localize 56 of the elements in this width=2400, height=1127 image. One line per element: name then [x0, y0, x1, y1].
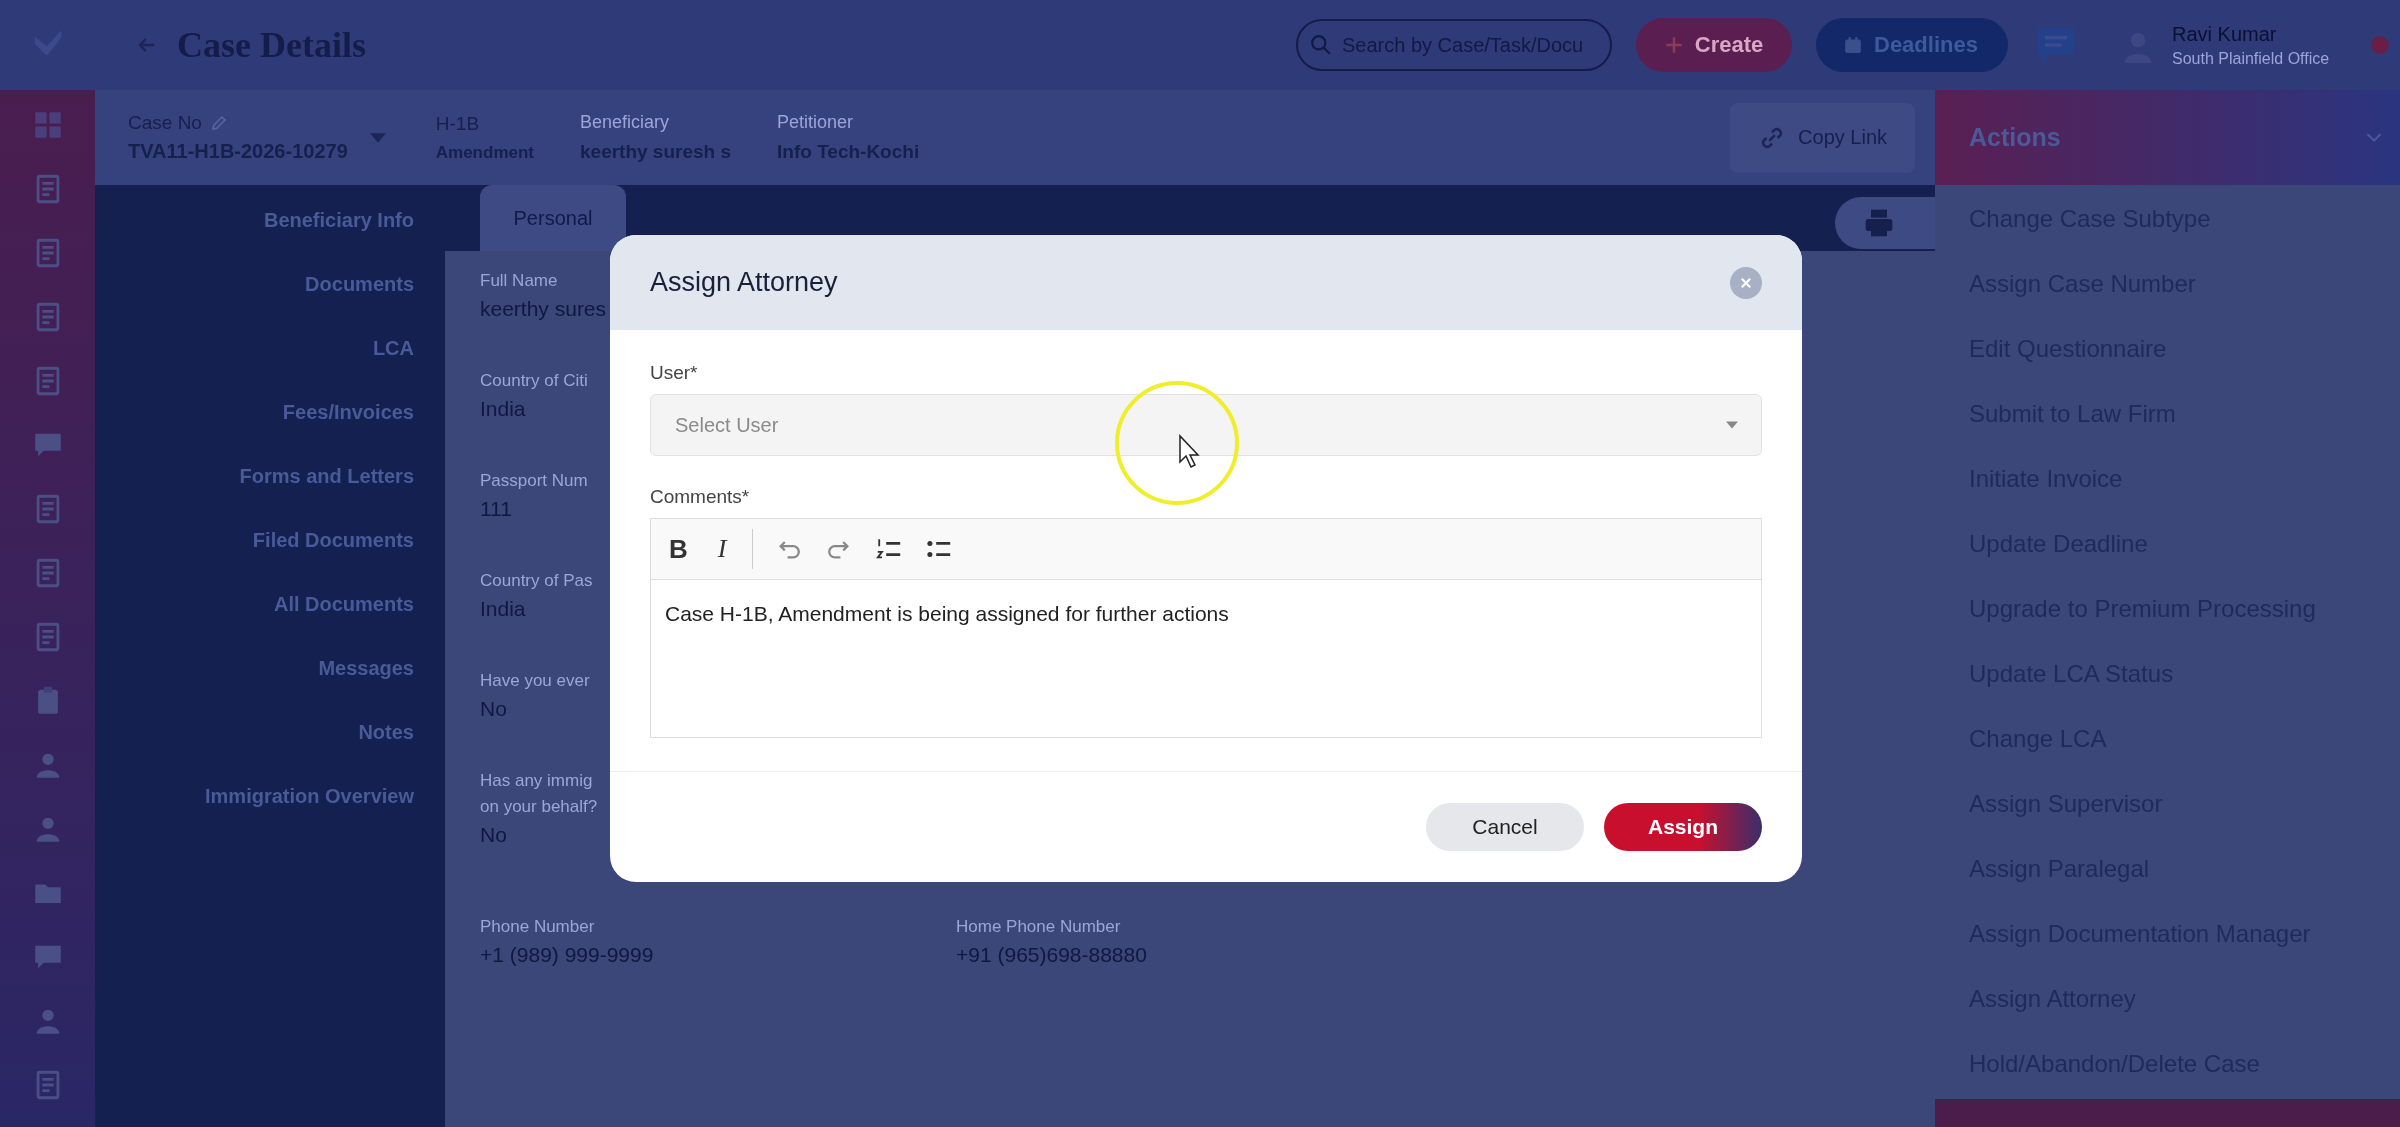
sidebar-item[interactable]: Documents — [305, 271, 414, 298]
field-label: Passport Num — [480, 471, 588, 491]
plus-icon — [1664, 36, 1683, 54]
field-label: Full Name — [480, 271, 558, 291]
detail-label: Beneficiary — [580, 112, 671, 133]
sidebar-item[interactable]: Forms and Letters — [239, 463, 414, 490]
create-button[interactable]: Create — [1636, 18, 1792, 72]
calendar-icon — [1844, 36, 1862, 54]
field-value: +91 (965)698-88880 — [956, 943, 1147, 967]
field-label: Have you ever — [480, 671, 590, 691]
caret-icon — [1726, 421, 1738, 429]
field-value: No — [480, 823, 507, 847]
field-label: on your behalf? — [480, 797, 598, 817]
field-value: India — [480, 597, 526, 621]
sidebar-item[interactable]: Immigration Overview — [205, 783, 414, 810]
field-value: +1 (989) 999-9999 — [480, 943, 654, 967]
sidebar-item[interactable]: Messages — [318, 655, 414, 682]
user-select[interactable]: Select User — [650, 394, 1762, 456]
close-icon — [1739, 275, 1753, 290]
field-label: User* — [650, 362, 699, 384]
detail-label: Petitioner — [777, 112, 855, 133]
field-label: Phone Number — [480, 917, 595, 937]
comment-text: Case H-1B, Amendment is being assigned for further actions — [665, 602, 1229, 625]
caret-icon[interactable] — [369, 132, 386, 143]
sidebar-item[interactable]: Filed Documents — [252, 527, 414, 554]
sidebar-item[interactable]: Fees/Invoices — [282, 399, 414, 426]
field-value: India — [480, 397, 526, 421]
sidebar-item[interactable]: LCA — [372, 335, 414, 362]
sidebar-item[interactable]: Beneficiary Info — [263, 207, 414, 234]
field-value: keerthy sures — [480, 297, 607, 321]
user-office: South Plainfield Office — [2172, 49, 2331, 68]
bold-button[interactable]: B — [665, 533, 692, 565]
field-label: Home Phone Number — [956, 917, 1121, 937]
field-label: Has any immig — [480, 771, 593, 791]
dialog-title: Assign Attorney — [650, 267, 838, 298]
actions-title: Actions — [1969, 123, 2061, 152]
tab[interactable]: Personal — [480, 185, 626, 251]
field-label: Country of Citi — [480, 371, 588, 391]
sidebar-item[interactable]: Notes — [358, 719, 414, 746]
rich-text-editor[interactable]: B I Case H-1B, Amendment is being assigned for further actions — [650, 518, 1762, 738]
assign-button[interactable]: Assign — [1604, 803, 1762, 851]
field-value: No — [480, 697, 507, 721]
field-label: Comments* — [650, 486, 751, 508]
user-name: Ravi Kumar — [2172, 22, 2278, 46]
pencil-icon[interactable] — [209, 114, 228, 132]
field-label: Country of Pas — [480, 571, 593, 591]
italic-button[interactable]: I — [713, 534, 731, 564]
print-button[interactable] — [1835, 197, 1935, 249]
search-icon — [1310, 34, 1332, 56]
printer-icon — [1863, 207, 1895, 239]
actions-header[interactable]: Actions — [1935, 90, 2400, 185]
sidebar-item[interactable]: All Documents — [273, 591, 414, 618]
close-button[interactable] — [1730, 266, 1762, 299]
cancel-button[interactable]: Cancel — [1426, 803, 1584, 851]
field-value: 111 — [480, 497, 512, 521]
chevron-down-icon — [2366, 131, 2382, 144]
